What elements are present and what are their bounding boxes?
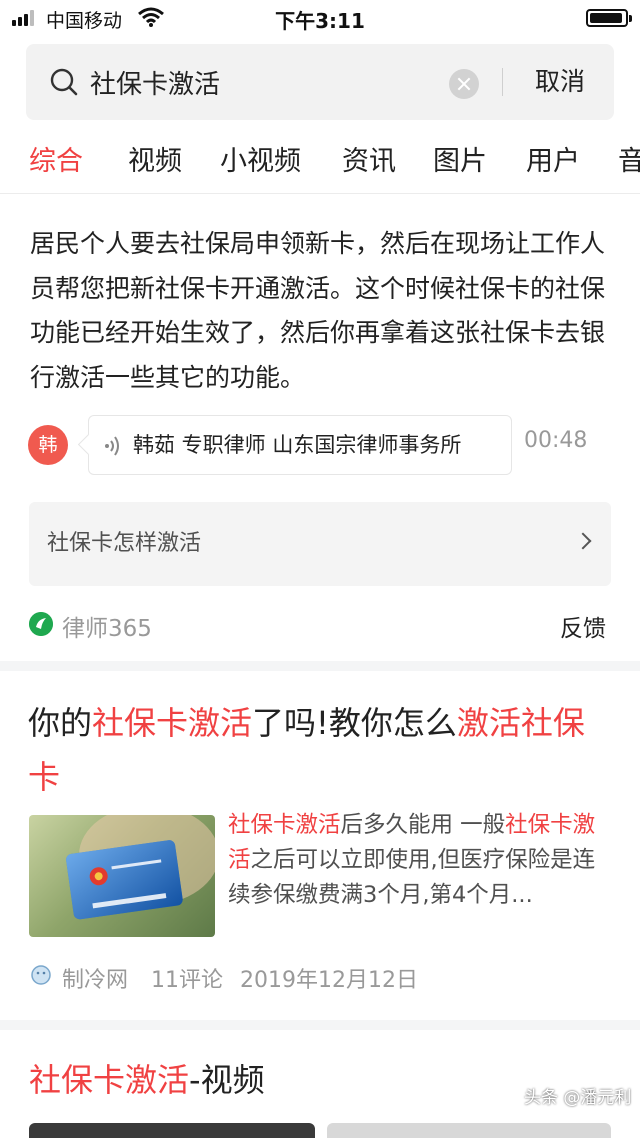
video-thumbnail[interactable] [29, 1123, 315, 1138]
search-bar: 取消 [26, 44, 614, 120]
section-divider [0, 1020, 640, 1030]
status-time: 下午3:11 [275, 9, 365, 33]
video-title-highlight: 社保卡激活 [29, 1061, 190, 1099]
article-comments: 11评论 [151, 968, 223, 993]
audio-duration: 00:48 [524, 428, 588, 453]
tab-video[interactable]: 视频 [128, 142, 182, 182]
video-title-text: -视频 [189, 1061, 265, 1099]
social-security-card-image [66, 815, 215, 920]
avatar[interactable]: 韩 [28, 425, 68, 465]
title-text: 了吗!教你怎么 [252, 704, 457, 742]
related-query-label: 社保卡怎样激活 [47, 531, 202, 556]
chevron-right-icon [574, 532, 592, 550]
sound-wave-icon [105, 436, 119, 456]
tab-images[interactable]: 图片 [433, 142, 487, 182]
tab-music[interactable]: 音 [618, 142, 640, 182]
clear-search-icon[interactable] [449, 69, 479, 99]
article-date: 2019年12月12日 [240, 968, 418, 993]
title-text: 你的 [28, 704, 93, 742]
article-source[interactable]: 制冷网 [62, 962, 128, 994]
search-input[interactable] [90, 62, 450, 102]
category-tabs: 综合 视频 小视频 资讯 图片 用户 音 [0, 130, 640, 194]
source-name[interactable]: 律师365 [62, 609, 152, 643]
video-section-title[interactable]: 社保卡激活-视频 [29, 1058, 265, 1102]
video-thumbnail[interactable] [327, 1123, 611, 1138]
search-icon [50, 68, 78, 96]
title-highlight: 社保卡激活 [92, 704, 253, 742]
article-thumbnail[interactable] [29, 815, 215, 937]
article-title[interactable]: 你的社保卡激活了吗!教你怎么激活社保卡 [28, 696, 616, 804]
battery-level [590, 13, 623, 23]
answer-text[interactable]: 居民个人要去社保局申领新卡，然后在现场让工作人员帮您把新社保卡开通激活。这个时候… [30, 222, 616, 400]
audio-answer-button[interactable]: 韩茹 专职律师 山东国宗律师事务所 [88, 415, 512, 475]
snippet-highlight: 社保卡激活 [228, 812, 341, 838]
lawyer-info: 韩茹 专职律师 山东国宗律师事务所 [133, 433, 462, 457]
tab-short-video[interactable]: 小视频 [220, 142, 301, 182]
watermark: 头条 @潘元利 [524, 1088, 632, 1108]
related-query-link[interactable]: 社保卡怎样激活 [29, 502, 611, 586]
battery-icon [586, 9, 632, 27]
tab-news[interactable]: 资讯 [342, 142, 396, 182]
status-bar: 中国移动 下午3:11 [0, 0, 640, 36]
lawyer365-logo-icon [29, 612, 53, 636]
source-penguin-icon [31, 965, 51, 985]
search-divider [502, 68, 503, 96]
tab-users[interactable]: 用户 [526, 142, 580, 182]
section-divider [0, 661, 640, 671]
article-snippet[interactable]: 社保卡激活后多久能用 一般社保卡激活之后可以立即使用,但医疗保险是连续参保缴费满… [228, 808, 610, 922]
tab-general[interactable]: 综合 [29, 142, 83, 182]
snippet-text: 之后可以立即使用,但医疗保险是连续参保缴费满3个月,第4个月... [228, 847, 596, 908]
cancel-button[interactable]: 取消 [516, 62, 604, 102]
snippet-text: 后多久能用 一般 [340, 812, 506, 838]
feedback-button[interactable]: 反馈 [560, 609, 606, 643]
